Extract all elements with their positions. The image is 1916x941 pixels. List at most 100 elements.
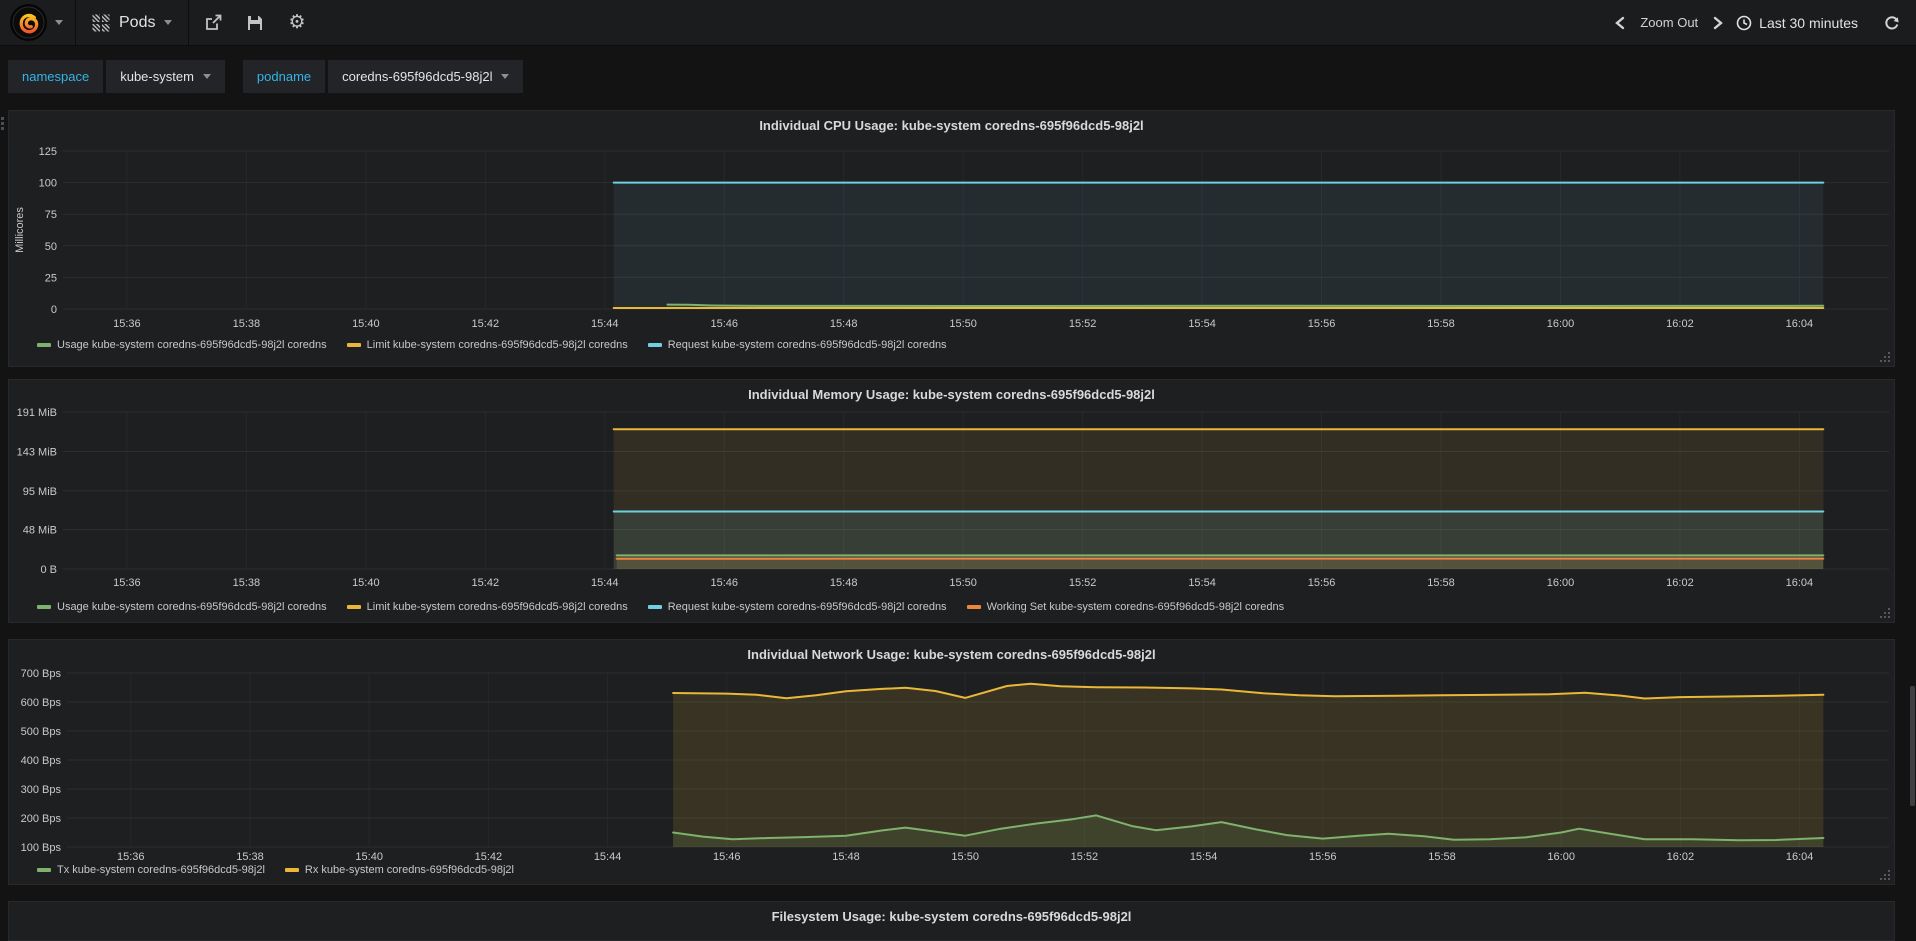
dashboard-caret-icon [164, 20, 172, 25]
x-tick-label: 16:02 [1666, 577, 1694, 589]
x-tick-label: 15:46 [710, 318, 738, 330]
legend-item[interactable]: Limit kube-system coredns-695f96dcd5-98j… [347, 339, 628, 351]
x-tick-label: 16:00 [1547, 318, 1575, 330]
y-tick-label: 100 Bps [21, 842, 62, 854]
panel-individual-memory-usage: Individual Memory Usage: kube-system cor… [8, 379, 1895, 623]
panel-title[interactable]: Individual Memory Usage: kube-system cor… [9, 380, 1894, 402]
y-tick-label: 0 [51, 304, 57, 316]
legend-series-name: Working Set kube-system coredns-695f96dc… [987, 601, 1285, 613]
x-tick-label: 16:02 [1667, 851, 1695, 863]
grafana-logo[interactable] [10, 4, 47, 41]
x-tick-label: 15:44 [591, 577, 619, 589]
y-tick-label: 75 [45, 209, 57, 221]
zoom-out-button[interactable]: Zoom Out [1640, 15, 1698, 30]
x-tick-label: 15:54 [1190, 851, 1218, 863]
x-tick-label: 15:40 [352, 318, 380, 330]
x-tick-label: 15:56 [1308, 577, 1336, 589]
save-icon[interactable] [247, 15, 263, 31]
legend-item[interactable]: Rx kube-system coredns-695f96dcd5-98j2l [285, 864, 514, 876]
x-tick-label: 16:04 [1786, 577, 1814, 589]
legend-series-name: Usage kube-system coredns-695f96dcd5-98j… [57, 339, 327, 351]
y-tick-label: 200 Bps [21, 813, 62, 825]
variable-podname-value-dropdown[interactable]: coredns-695f96dcd5-98j2l [328, 60, 523, 93]
series-fill [673, 684, 1823, 847]
y-tick-label: 500 Bps [21, 726, 62, 738]
time-range-picker[interactable]: Last 30 minutes [1736, 15, 1858, 31]
time-back-chevron-left-icon[interactable] [1614, 16, 1626, 30]
series-fill [614, 183, 1824, 309]
variable-podname-value: coredns-695f96dcd5-98j2l [342, 69, 492, 84]
x-tick-label: 15:50 [951, 851, 979, 863]
panel-title[interactable]: Individual Network Usage: kube-system co… [9, 640, 1894, 662]
y-tick-label: 300 Bps [21, 784, 62, 796]
refresh-icon[interactable] [1884, 15, 1900, 31]
network-chart-legend: Tx kube-system coredns-695f96dcd5-98j2l R… [37, 864, 514, 876]
cpu-usage-chart[interactable]: 15:3615:3815:4015:4215:4415:4615:4815:50… [9, 111, 1894, 366]
y-tick-label: 700 Bps [21, 668, 62, 680]
template-variables-row: namespace kube-system podname coredns-69… [8, 60, 523, 93]
clock-icon [1736, 15, 1752, 31]
row-drag-handle[interactable] [1, 117, 4, 120]
panel-title[interactable]: Individual CPU Usage: kube-system coredn… [9, 111, 1894, 133]
x-tick-label: 15:54 [1188, 577, 1216, 589]
x-tick-label: 15:52 [1071, 851, 1099, 863]
x-tick-label: 15:38 [233, 577, 261, 589]
x-tick-label: 15:38 [233, 318, 261, 330]
x-tick-label: 16:00 [1547, 851, 1575, 863]
panel-resize-grip[interactable] [1880, 870, 1882, 872]
legend-series-color-icon [967, 605, 981, 609]
variable-namespace-label: namespace [8, 60, 103, 93]
legend-series-name: Request kube-system coredns-695f96dcd5-9… [668, 339, 947, 351]
series-fill [617, 559, 1824, 569]
settings-gear-icon[interactable]: ⚙ [288, 13, 305, 32]
y-tick-label: 600 Bps [21, 697, 62, 709]
caret-down-icon [203, 74, 211, 79]
x-tick-label: 15:36 [113, 577, 141, 589]
x-tick-label: 16:00 [1547, 577, 1575, 589]
dashboard-grid-icon [92, 14, 110, 32]
x-tick-label: 16:02 [1666, 318, 1694, 330]
legend-series-color-icon [37, 343, 51, 347]
page-scrollbar-thumb[interactable] [1910, 686, 1915, 806]
y-tick-label: 143 MiB [17, 446, 57, 458]
legend-item[interactable]: Tx kube-system coredns-695f96dcd5-98j2l [37, 864, 265, 876]
panel-resize-grip[interactable] [1880, 352, 1882, 354]
x-tick-label: 16:04 [1786, 318, 1814, 330]
variable-podname: podname coredns-695f96dcd5-98j2l [243, 60, 524, 93]
legend-series-name: Request kube-system coredns-695f96dcd5-9… [668, 601, 947, 613]
legend-item[interactable]: Request kube-system coredns-695f96dcd5-9… [648, 339, 947, 351]
y-tick-label: 100 [39, 178, 57, 190]
panel-title[interactable]: Filesystem Usage: kube-system coredns-69… [9, 902, 1894, 924]
memory-usage-chart[interactable]: 15:3615:3815:4015:4215:4415:4615:4815:50… [9, 380, 1894, 622]
x-tick-label: 15:46 [713, 851, 741, 863]
share-icon[interactable] [205, 14, 222, 31]
caret-down-icon [501, 74, 509, 79]
legend-item[interactable]: Usage kube-system coredns-695f96dcd5-98j… [37, 601, 327, 613]
legend-series-name: Usage kube-system coredns-695f96dcd5-98j… [57, 601, 327, 613]
x-tick-label: 15:40 [355, 851, 383, 863]
legend-item[interactable]: Request kube-system coredns-695f96dcd5-9… [648, 601, 947, 613]
x-tick-label: 15:52 [1069, 577, 1097, 589]
network-usage-chart[interactable]: 15:3615:3815:4015:4215:4415:4615:4815:50… [9, 640, 1894, 884]
legend-series-color-icon [347, 343, 361, 347]
legend-series-color-icon [648, 343, 662, 347]
variable-namespace-value-dropdown[interactable]: kube-system [106, 60, 225, 93]
panel-filesystem-usage: Filesystem Usage: kube-system coredns-69… [8, 901, 1895, 941]
variable-namespace-value: kube-system [120, 69, 194, 84]
x-tick-label: 15:48 [832, 851, 860, 863]
time-forward-chevron-right-icon[interactable] [1712, 16, 1724, 30]
x-tick-label: 15:42 [475, 851, 503, 863]
time-range-label: Last 30 minutes [1759, 15, 1858, 31]
logo-menu-caret-icon[interactable] [55, 20, 63, 25]
legend-item[interactable]: Limit kube-system coredns-695f96dcd5-98j… [347, 601, 628, 613]
legend-item[interactable]: Usage kube-system coredns-695f96dcd5-98j… [37, 339, 327, 351]
panel-resize-grip[interactable] [1880, 608, 1882, 610]
y-tick-label: 25 [45, 272, 57, 284]
legend-item[interactable]: Working Set kube-system coredns-695f96dc… [967, 601, 1285, 613]
legend-series-color-icon [37, 605, 51, 609]
dashboard-picker[interactable]: Pods [76, 0, 188, 45]
variable-namespace: namespace kube-system [8, 60, 225, 93]
y-tick-label: 125 [39, 146, 57, 158]
x-tick-label: 15:42 [472, 318, 500, 330]
x-tick-label: 15:38 [236, 851, 264, 863]
